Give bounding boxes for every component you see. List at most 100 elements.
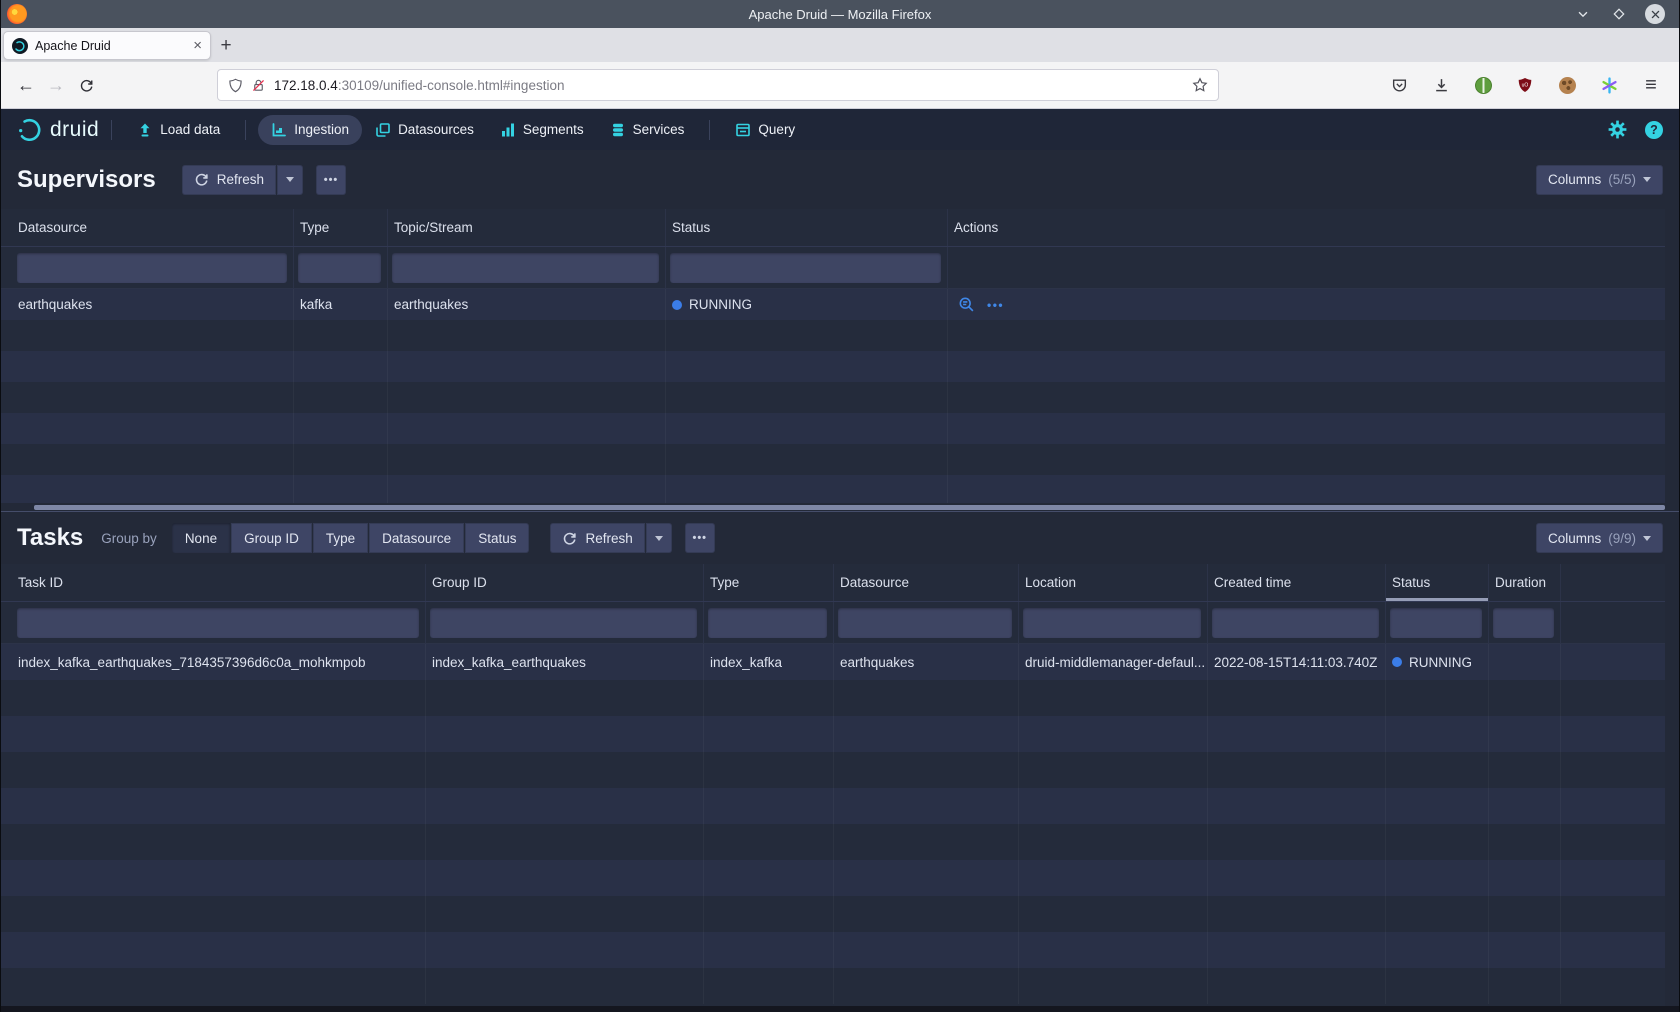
filter-status-input[interactable] <box>1390 608 1482 638</box>
url-text: 172.18.0.4:30109/unified-console.html#in… <box>274 78 564 93</box>
task-row[interactable]: index_kafka_earthquakes_7184357396d6c0a_… <box>1 644 1665 680</box>
url-host: 172.18.0.4 <box>274 78 338 93</box>
table-row <box>1 932 1665 968</box>
scrollbar-thumb[interactable] <box>34 505 1665 510</box>
view-details-icon[interactable] <box>958 296 975 313</box>
filter-datasource-input[interactable] <box>17 253 287 283</box>
reload-button[interactable] <box>71 70 101 100</box>
status-label: RUNNING <box>1409 655 1472 670</box>
refresh-icon <box>562 531 577 546</box>
maximize-icon[interactable] <box>1609 4 1629 24</box>
column-header-datasource[interactable]: Datasource <box>834 564 1019 601</box>
filter-group-id-input[interactable] <box>430 608 697 638</box>
filter-created-time-input[interactable] <box>1212 608 1379 638</box>
supervisors-more-button[interactable]: ••• <box>316 165 346 195</box>
help-icon[interactable]: ? <box>1645 121 1663 139</box>
filter-topic-input[interactable] <box>392 253 659 283</box>
tasks-columns-button[interactable]: Columns (9/9) <box>1536 523 1663 553</box>
tab-strip: Apache Druid × + <box>1 28 1679 62</box>
group-by-none-button[interactable]: None <box>172 523 230 553</box>
column-header-duration[interactable]: Duration <box>1489 564 1561 601</box>
task-datasource: earthquakes <box>834 644 1019 680</box>
column-header-status[interactable]: Status <box>666 209 948 246</box>
insecure-lock-icon[interactable] <box>251 78 266 93</box>
supervisor-row[interactable]: earthquakes kafka earthquakes RUNNING ••… <box>1 289 1665 320</box>
columns-count: (9/9) <box>1608 531 1636 546</box>
column-header-created-time[interactable]: Created time <box>1208 564 1386 601</box>
nav-load-data[interactable]: Load data <box>124 115 233 145</box>
nav-datasources[interactable]: Datasources <box>362 115 487 145</box>
group-by-datasource-button[interactable]: Datasource <box>369 523 464 553</box>
close-icon[interactable] <box>1645 4 1665 24</box>
window-titlebar: Apache Druid — Mozilla Firefox <box>1 0 1679 28</box>
task-created-time: 2022-08-15T14:11:03.740Z <box>1208 644 1386 680</box>
chevron-down-icon <box>655 536 663 541</box>
nav-label: Query <box>758 122 795 137</box>
gear-icon[interactable] <box>1608 120 1627 139</box>
supervisors-refresh-caret-button[interactable] <box>277 165 303 195</box>
filter-task-id-input[interactable] <box>17 608 419 638</box>
row-actions-icon[interactable]: ••• <box>987 298 1004 312</box>
download-icon[interactable] <box>1427 71 1455 99</box>
nav-services[interactable]: Services <box>597 115 698 145</box>
supervisor-datasource: earthquakes <box>1 289 294 320</box>
druid-logo: druid <box>17 117 99 143</box>
tasks-refresh-button[interactable]: Refresh <box>550 523 644 553</box>
table-row <box>1 351 1665 382</box>
multi-account-containers-icon[interactable] <box>1595 71 1623 99</box>
tab-apache-druid[interactable]: Apache Druid × <box>3 31 211 60</box>
column-header-task-id[interactable]: Task ID <box>1 564 426 601</box>
task-location: druid-middlemanager-defaul... <box>1019 644 1208 680</box>
filter-type-input[interactable] <box>298 253 381 283</box>
bookmark-star-icon[interactable] <box>1192 77 1208 93</box>
group-by-type-button[interactable]: Type <box>313 523 368 553</box>
nav-ingestion[interactable]: Ingestion <box>258 115 362 145</box>
url-bar[interactable]: 172.18.0.4:30109/unified-console.html#in… <box>217 69 1219 101</box>
filter-location-input[interactable] <box>1023 608 1201 638</box>
new-tab-button[interactable]: + <box>211 31 241 60</box>
shield-icon[interactable] <box>228 78 243 93</box>
ublock-icon[interactable]: uO <box>1511 71 1539 99</box>
pocket-icon[interactable] <box>1385 71 1413 99</box>
tasks-more-button[interactable]: ••• <box>685 523 715 553</box>
navbar-divider <box>245 120 246 140</box>
column-header-status[interactable]: Status <box>1386 564 1489 601</box>
filter-duration-input[interactable] <box>1493 608 1554 638</box>
column-header-datasource[interactable]: Datasource <box>1 209 294 246</box>
chevron-down-icon <box>1643 536 1651 541</box>
column-header-type[interactable]: Type <box>294 209 388 246</box>
group-by-group-id-button[interactable]: Group ID <box>231 523 312 553</box>
forward-button[interactable]: → <box>41 70 71 100</box>
tasks-refresh-caret-button[interactable] <box>646 523 672 553</box>
browser-toolbar: ← → 172.18.0.4:30109/unified-console.htm… <box>1 62 1679 109</box>
supervisor-status: RUNNING <box>666 289 948 320</box>
group-by-status-button[interactable]: Status <box>465 523 529 553</box>
filter-status-input[interactable] <box>670 253 941 283</box>
filter-type-input[interactable] <box>708 608 827 638</box>
refresh-label: Refresh <box>585 531 632 546</box>
browser-window: Apache Druid — Mozilla Firefox Apache Dr… <box>0 0 1680 1012</box>
table-row <box>1 896 1665 932</box>
datasources-icon <box>375 122 391 138</box>
tab-close-icon[interactable]: × <box>193 38 202 53</box>
column-header-location[interactable]: Location <box>1019 564 1208 601</box>
supervisors-columns-button[interactable]: Columns (5/5) <box>1536 165 1663 195</box>
nav-query[interactable]: Query <box>722 115 808 145</box>
chevron-down-icon <box>286 177 294 182</box>
privacy-badger-icon[interactable] <box>1469 71 1497 99</box>
window-bottom-border <box>1 1006 1679 1012</box>
navbar-divider <box>111 120 112 140</box>
chevron-down-icon <box>1643 177 1651 182</box>
supervisors-refresh-button[interactable]: Refresh <box>182 165 276 195</box>
cookie-extension-icon[interactable] <box>1553 71 1581 99</box>
filter-datasource-input[interactable] <box>838 608 1012 638</box>
back-button[interactable]: ← <box>11 70 41 100</box>
column-header-group-id[interactable]: Group ID <box>426 564 704 601</box>
column-header-topic-stream[interactable]: Topic/Stream <box>388 209 666 246</box>
menu-icon[interactable]: ≡ <box>1637 71 1665 99</box>
column-header-type[interactable]: Type <box>704 564 834 601</box>
refresh-label: Refresh <box>217 172 264 187</box>
nav-segments[interactable]: Segments <box>487 115 597 145</box>
nav-label: Ingestion <box>294 122 349 137</box>
minimize-icon[interactable] <box>1573 4 1593 24</box>
